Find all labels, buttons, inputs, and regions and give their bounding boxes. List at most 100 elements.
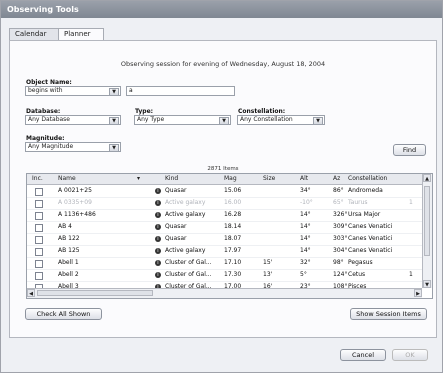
row-name: AB 125: [58, 247, 80, 254]
col-header-constellation[interactable]: Constellation: [348, 174, 387, 184]
col-header-inc[interactable]: Inc.: [32, 174, 43, 184]
planner-panel: Observing session for evening of Wednesd…: [9, 40, 437, 338]
scroll-down-arrow[interactable]: ▼: [423, 280, 431, 288]
col-header-az[interactable]: Az: [333, 174, 340, 184]
sort-arrow-icon[interactable]: ▾: [137, 174, 140, 184]
info-icon[interactable]: i: [155, 236, 161, 242]
row-mag: 15.06: [224, 187, 242, 194]
vertical-scrollbar[interactable]: ▲ ▼: [422, 174, 432, 288]
row-name: Abell 2: [58, 271, 79, 278]
row-kind: Cluster of Gal...: [165, 271, 212, 278]
chevron-down-icon: ▼: [109, 117, 119, 125]
row-kind: Quasar: [165, 235, 187, 242]
constellation-select[interactable]: Any Constellation ▼: [237, 115, 325, 125]
vertical-scroll-thumb[interactable]: [424, 186, 430, 256]
include-checkbox[interactable]: [35, 200, 43, 208]
include-checkbox[interactable]: [35, 260, 43, 268]
row-size: 13': [263, 271, 273, 278]
row-mag: 18.14: [224, 223, 242, 230]
row-name: A 1136+486: [58, 211, 96, 218]
row-name: Abell 1: [58, 259, 79, 266]
chevron-down-icon: ▼: [219, 117, 229, 125]
info-icon[interactable]: i: [155, 212, 161, 218]
horizontal-scrollbar[interactable]: ◀ ▶: [27, 288, 422, 298]
chevron-down-icon: ▼: [109, 144, 119, 152]
row-az: 304°: [333, 247, 348, 254]
row-constellation: Canes Venatici: [348, 235, 393, 242]
row-kind: Active galaxy: [165, 199, 206, 206]
database-label: Database:: [26, 108, 61, 115]
col-header-alt[interactable]: Alt: [300, 174, 308, 184]
row-constellation: Taurus: [348, 199, 368, 206]
col-header-kind[interactable]: Kind: [165, 174, 178, 184]
observing-tools-window: Observing Tools Calendar Planner Observi…: [0, 0, 443, 373]
database-value: Any Database: [28, 116, 70, 123]
tab-calendar[interactable]: Calendar: [9, 28, 59, 40]
show-session-items-button[interactable]: Show Session Items: [350, 308, 427, 320]
row-az: 98°: [333, 259, 344, 266]
magnitude-value: Any Magnitude: [28, 143, 74, 150]
col-header-mag[interactable]: Mag: [224, 174, 237, 184]
object-name-label: Object Name:: [26, 79, 72, 86]
object-name-match-select[interactable]: begins with ▼: [25, 86, 121, 96]
row-kind: Active galaxy: [165, 247, 206, 254]
scroll-right-arrow[interactable]: ▶: [414, 289, 422, 297]
scroll-up-arrow[interactable]: ▲: [423, 174, 431, 182]
row-az: 86°: [333, 187, 344, 194]
row-constellation: Cetus: [348, 271, 366, 278]
type-value: Any Type: [137, 116, 165, 123]
session-header: Observing session for evening of Wednesd…: [120, 60, 326, 68]
row-mag: 17.10: [224, 259, 242, 266]
row-constellation: Ursa Major: [348, 211, 381, 218]
horizontal-scroll-thumb[interactable]: [37, 290, 153, 296]
magnitude-select[interactable]: Any Magnitude ▼: [25, 142, 121, 152]
ok-button[interactable]: OK: [392, 349, 428, 361]
constellation-value: Any Constellation: [240, 116, 293, 123]
find-button[interactable]: Find: [393, 144, 426, 156]
row-mag: 18.07: [224, 235, 242, 242]
info-icon[interactable]: i: [155, 224, 161, 230]
row-size: 15': [263, 259, 273, 266]
row-alt: 32°: [300, 259, 311, 266]
results-count: 2871 Items: [207, 166, 239, 172]
row-mag: 16.28: [224, 211, 242, 218]
type-select[interactable]: Any Type ▼: [134, 115, 231, 125]
include-checkbox[interactable]: [35, 272, 43, 280]
scroll-left-arrow[interactable]: ◀: [27, 289, 35, 297]
object-name-input[interactable]: a: [126, 86, 235, 96]
col-header-name[interactable]: Name: [58, 174, 76, 184]
row-az: 326°: [333, 211, 348, 218]
include-checkbox[interactable]: [35, 188, 43, 196]
row-name: A 0021+25: [58, 187, 92, 194]
include-checkbox[interactable]: [35, 248, 43, 256]
include-checkbox[interactable]: [35, 224, 43, 232]
row-kind: Active galaxy: [165, 211, 206, 218]
window-title: Observing Tools: [1, 1, 442, 18]
include-checkbox[interactable]: [35, 212, 43, 220]
info-icon[interactable]: i: [155, 248, 161, 254]
info-icon[interactable]: i: [155, 188, 161, 194]
row-constellation: Canes Venatici: [348, 247, 393, 254]
cancel-button[interactable]: Cancel: [340, 349, 386, 361]
info-icon[interactable]: i: [155, 200, 161, 206]
row-mag: 17.30: [224, 271, 242, 278]
info-icon[interactable]: i: [155, 272, 161, 278]
row-az: 124°: [333, 271, 348, 278]
database-select[interactable]: Any Database ▼: [25, 115, 121, 125]
col-header-size[interactable]: Size: [263, 174, 275, 184]
check-all-shown-button[interactable]: Check All Shown: [25, 308, 102, 320]
row-az: 65°: [333, 199, 344, 206]
constellation-label: Constellation:: [238, 108, 286, 115]
row-alt: 14°: [300, 235, 311, 242]
info-icon[interactable]: i: [155, 260, 161, 266]
row-name: A 0335+09: [58, 199, 92, 206]
results-table: Inc. Name ▾ Kind Mag Size Alt Az Constel…: [26, 173, 433, 299]
include-checkbox[interactable]: [35, 236, 43, 244]
table-header: Inc. Name ▾ Kind Mag Size Alt Az Constel…: [27, 174, 422, 185]
row-alt: 14°: [300, 223, 311, 230]
row-constellation: Pegasus: [348, 259, 373, 266]
row-kind: Quasar: [165, 223, 187, 230]
row-extra: 1: [409, 271, 413, 278]
row-name: AB 4: [58, 223, 72, 230]
object-name-match-value: begins with: [28, 87, 63, 94]
